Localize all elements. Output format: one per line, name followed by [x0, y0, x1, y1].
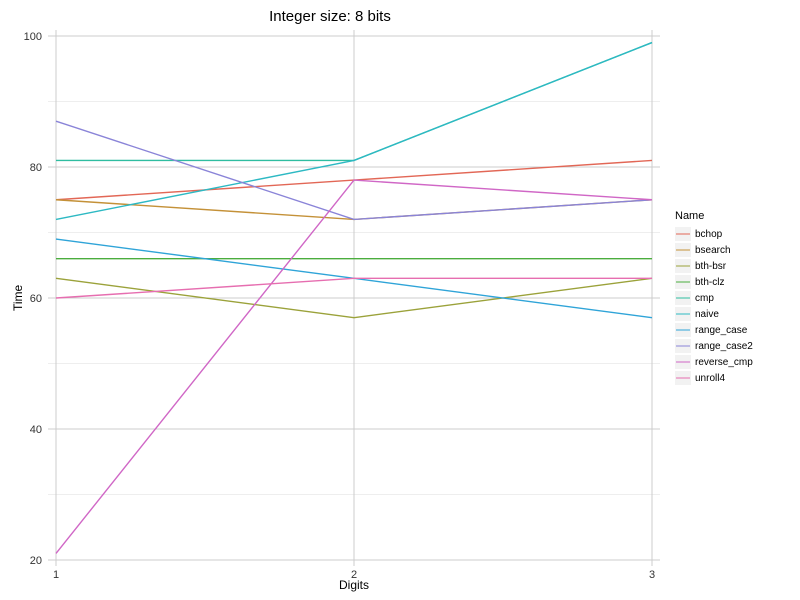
legend-swatch [675, 227, 691, 241]
legend-label: naive [695, 309, 719, 320]
legend-label: reverse_cmp [695, 357, 753, 368]
legend-label: bth-clz [695, 277, 724, 288]
legend-item: bsearch [675, 242, 790, 258]
chart-container: Integer size: 8 bits 20406080100123 Time… [0, 0, 800, 600]
legend-swatch [675, 355, 691, 369]
legend-item: bth-bsr [675, 258, 790, 274]
legend-label: unroll4 [695, 373, 725, 384]
legend-label: bth-bsr [695, 261, 726, 272]
legend-swatch [675, 259, 691, 273]
legend-label: range_case2 [695, 341, 753, 352]
legend-swatch [675, 291, 691, 305]
legend-label: bchop [695, 229, 722, 240]
y-tick-label: 100 [24, 31, 42, 43]
x-axis-label: Digits [48, 578, 660, 592]
legend-swatch [675, 275, 691, 289]
legend-item: range_case2 [675, 338, 790, 354]
legend-swatch [675, 323, 691, 337]
y-tick-label: 80 [30, 162, 42, 174]
y-tick-label: 20 [30, 555, 42, 567]
legend-item: range_case [675, 322, 790, 338]
legend-title: Name [675, 210, 790, 222]
legend-swatch [675, 371, 691, 385]
legend-label: cmp [695, 293, 714, 304]
legend-item: reverse_cmp [675, 354, 790, 370]
legend-item: cmp [675, 290, 790, 306]
legend-swatch [675, 339, 691, 353]
legend-item: bchop [675, 226, 790, 242]
legend-item: naive [675, 306, 790, 322]
legend-item: bth-clz [675, 274, 790, 290]
legend: Name bchop bsearch bth-bsr bth-clz cmp naive r… [675, 210, 790, 386]
chart-plot: 20406080100123 [48, 30, 660, 566]
legend-label: range_case [695, 325, 747, 336]
legend-swatch [675, 307, 691, 321]
chart-title: Integer size: 8 bits [0, 8, 660, 25]
y-axis-label: Time [10, 30, 26, 566]
legend-swatch [675, 243, 691, 257]
y-tick-label: 40 [30, 424, 42, 436]
legend-label: bsearch [695, 245, 731, 256]
y-tick-label: 60 [30, 293, 42, 305]
legend-item: unroll4 [675, 370, 790, 386]
